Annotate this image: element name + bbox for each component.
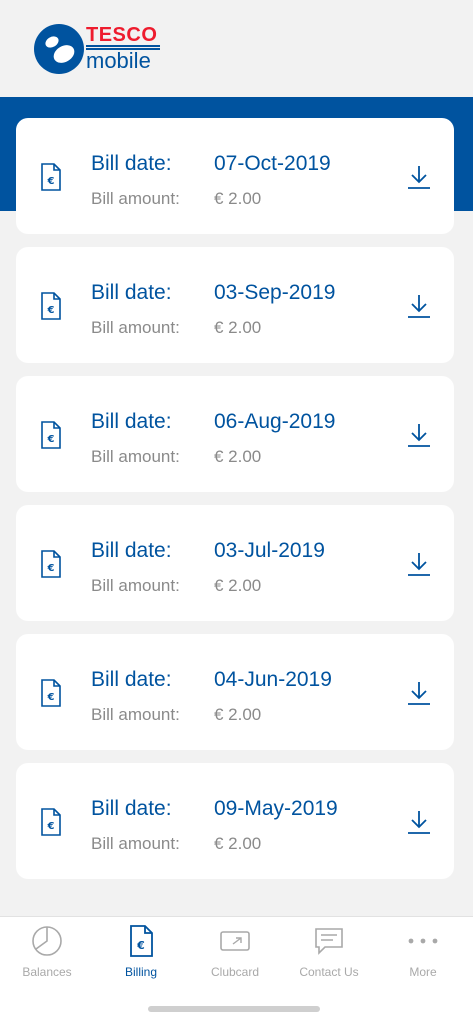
- tab-label: Contact Us: [299, 965, 359, 979]
- bill-amount-value: € 2.00: [214, 705, 262, 724]
- bill-date-value: 03-Sep-2019: [214, 281, 336, 304]
- bill-document-icon: €: [130, 925, 153, 957]
- bill-date-value: 09-May-2019: [214, 797, 338, 820]
- bill-amount-label: Bill amount:: [91, 189, 180, 208]
- tab-label: Billing: [124, 965, 157, 979]
- app-header: TESCO mobile: [0, 0, 473, 97]
- bill-card[interactable]: € Bill date: 06-Aug-2019 Bill amount: € …: [16, 376, 454, 492]
- bill-amount-label: Bill amount:: [91, 834, 180, 853]
- tab-clubcard[interactable]: Clubcard: [188, 917, 282, 987]
- bill-date-label: Bill date:: [91, 797, 172, 820]
- bill-document-icon: €: [41, 292, 61, 320]
- bill-card[interactable]: € Bill date: 07-Oct-2019 Bill amount: € …: [16, 118, 454, 234]
- bill-amount-label: Bill amount:: [91, 705, 180, 724]
- tab-label: Balances: [22, 965, 72, 979]
- tab-contact-us[interactable]: Contact Us: [282, 917, 376, 987]
- svg-text:€: €: [47, 176, 55, 187]
- tab-balances[interactable]: Balances: [0, 917, 94, 987]
- clubcard-icon: [220, 931, 250, 951]
- bill-date-value: 07-Oct-2019: [214, 152, 331, 175]
- bill-document-icon: €: [41, 421, 61, 449]
- bill-amount-value: € 2.00: [214, 834, 262, 853]
- svg-text:€: €: [136, 939, 145, 952]
- tesco-mobile-logo: TESCO mobile: [34, 24, 164, 74]
- logo-mark-icon: [34, 24, 84, 74]
- download-icon[interactable]: [406, 164, 432, 190]
- tab-more[interactable]: More: [376, 917, 470, 987]
- bill-date-label: Bill date:: [91, 152, 172, 175]
- chat-icon: [315, 928, 343, 955]
- bill-date-label: Bill date:: [91, 539, 172, 562]
- download-icon[interactable]: [406, 422, 432, 448]
- bill-document-icon: €: [41, 808, 61, 836]
- bill-date-value: 03-Jul-2019: [214, 539, 325, 562]
- bill-amount-value: € 2.00: [214, 318, 262, 337]
- bill-document-icon: €: [41, 550, 61, 578]
- bill-document-icon: €: [41, 163, 61, 191]
- bill-document-icon: €: [41, 679, 61, 707]
- bill-date-label: Bill date:: [91, 668, 172, 691]
- download-icon[interactable]: [406, 551, 432, 577]
- bill-list: € Bill date: 07-Oct-2019 Bill amount: € …: [16, 118, 454, 892]
- bill-amount-label: Bill amount:: [91, 576, 180, 595]
- svg-text:€: €: [47, 305, 55, 316]
- bill-amount-label: Bill amount:: [91, 318, 180, 337]
- bill-amount-value: € 2.00: [214, 576, 262, 595]
- bill-date-value: 04-Jun-2019: [214, 668, 332, 691]
- logo-tesco-text: TESCO: [86, 24, 158, 46]
- svg-text:€: €: [47, 821, 55, 832]
- bill-date-label: Bill date:: [91, 281, 172, 304]
- bill-amount-value: € 2.00: [214, 447, 262, 466]
- svg-text:€: €: [47, 434, 55, 445]
- bill-date-label: Bill date:: [91, 410, 172, 433]
- home-indicator: [148, 1006, 320, 1012]
- tab-label: More: [409, 965, 437, 979]
- logo-mobile-text: mobile: [86, 48, 151, 73]
- pie-chart-icon: [32, 926, 62, 956]
- bill-amount-value: € 2.00: [214, 189, 262, 208]
- bill-card[interactable]: € Bill date: 03-Sep-2019 Bill amount: € …: [16, 247, 454, 363]
- bill-card[interactable]: € Bill date: 04-Jun-2019 Bill amount: € …: [16, 634, 454, 750]
- download-icon[interactable]: [406, 680, 432, 706]
- svg-text:€: €: [47, 563, 55, 574]
- svg-text:€: €: [47, 692, 55, 703]
- download-icon[interactable]: [406, 809, 432, 835]
- bill-card[interactable]: € Bill date: 09-May-2019 Bill amount: € …: [16, 763, 454, 879]
- tab-label: Clubcard: [210, 965, 260, 979]
- download-icon[interactable]: [406, 293, 432, 319]
- bill-date-value: 06-Aug-2019: [214, 410, 336, 433]
- bill-card[interactable]: € Bill date: 03-Jul-2019 Bill amount: € …: [16, 505, 454, 621]
- more-dots-icon: [408, 938, 438, 944]
- bill-amount-label: Bill amount:: [91, 447, 180, 466]
- tab-billing[interactable]: € Billing: [94, 917, 188, 987]
